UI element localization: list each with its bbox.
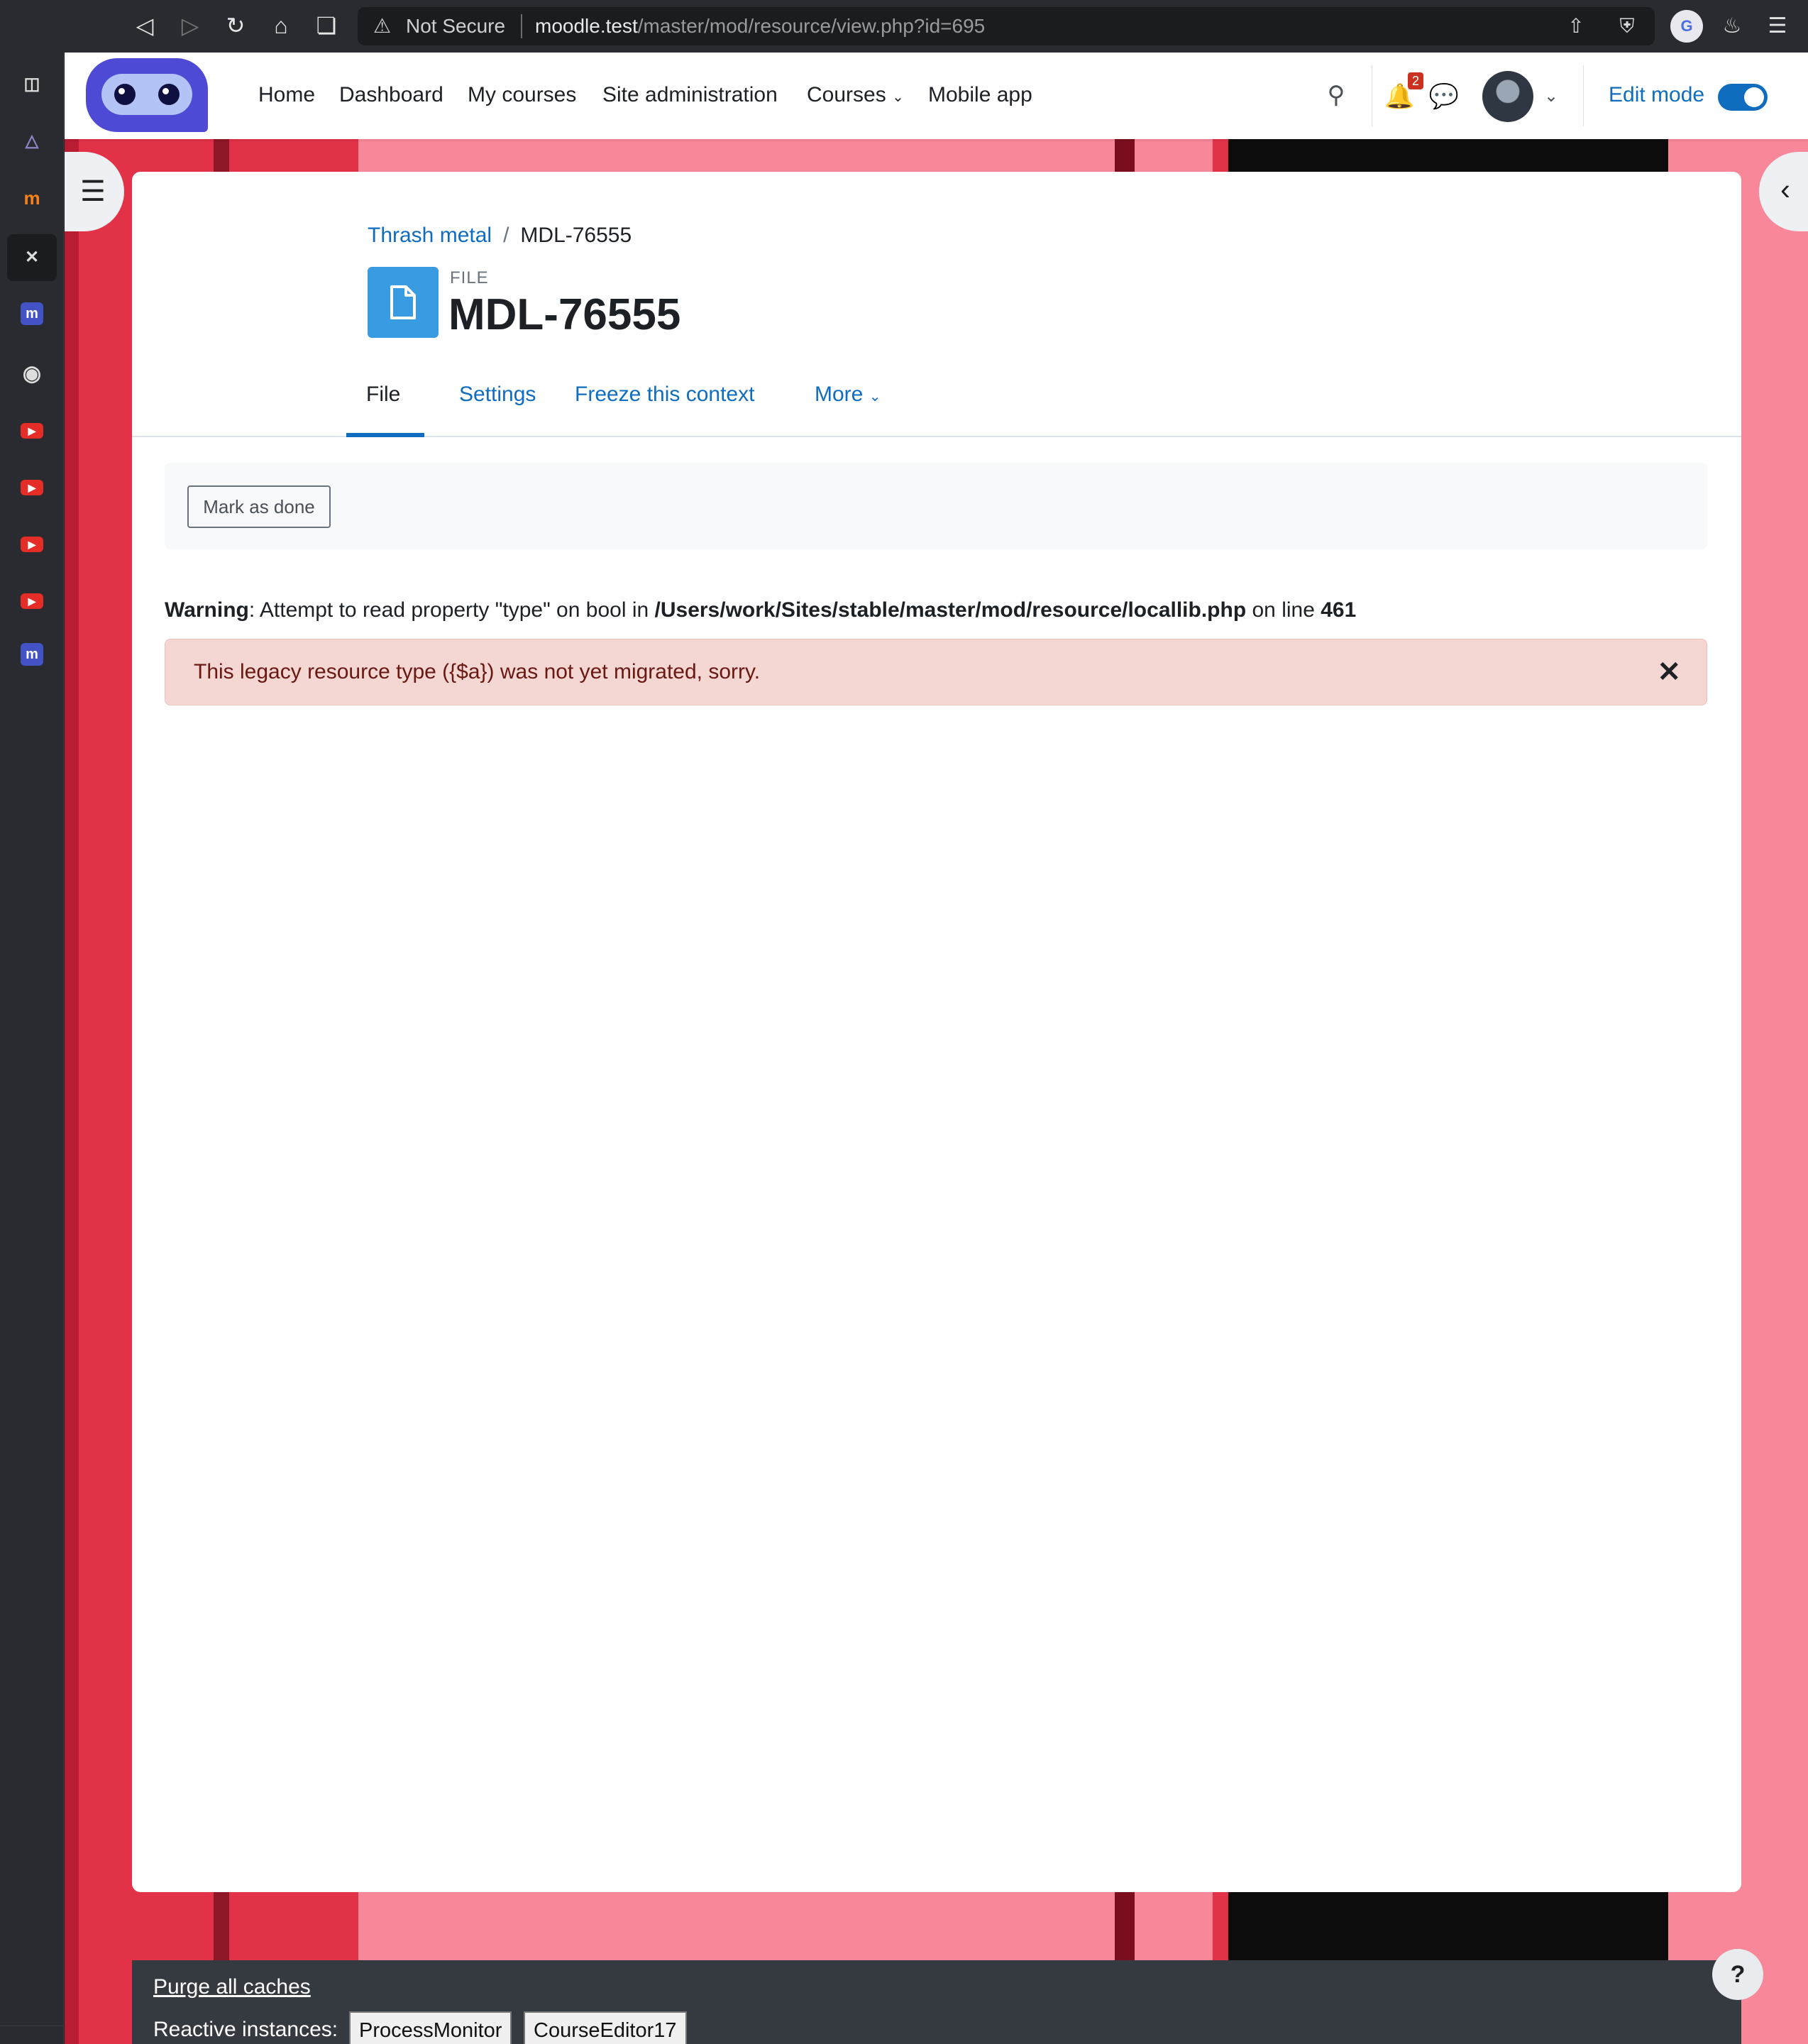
breadcrumb-current: MDL-76555 [520, 224, 632, 247]
breadcrumb-separator: / [503, 224, 509, 247]
logo-eye [158, 84, 180, 105]
url-host: moodle.test [535, 15, 638, 37]
nav-mobile-app[interactable]: Mobile app [928, 82, 1032, 108]
moodle-orange-icon[interactable]: m [17, 183, 47, 213]
primary-navigation: Home Dashboard My courses Site administr… [65, 53, 1808, 139]
bookmark-icon[interactable]: ❏ [312, 11, 341, 40]
close-icon[interactable]: ✕ [1657, 655, 1681, 689]
moodle-icon[interactable]: m [21, 643, 43, 666]
extensions-icon[interactable]: ♨ [1716, 10, 1748, 43]
course-index-toggle[interactable]: ☰ [65, 152, 124, 231]
browser-toolbar: ◁ ▷ ↻ ⌂ ❏ ⚠ Not Secure moodle.test/maste… [0, 0, 1808, 53]
reactive-instances-label: Reactive instances: [153, 2018, 338, 2041]
tab-settings[interactable]: Settings [459, 382, 536, 407]
process-monitor-button[interactable]: ProcessMonitor [349, 2011, 512, 2044]
close-icon[interactable]: ✕ [7, 234, 57, 281]
translate-extension-icon[interactable]: G [1670, 10, 1703, 43]
back-icon[interactable]: ◁ [131, 11, 159, 40]
alert-message: This legacy resource type ({$a}) was not… [194, 660, 761, 683]
warning-line: 461 [1321, 598, 1357, 622]
active-tab-indicator [346, 433, 424, 437]
search-icon[interactable]: ⚲ [1322, 81, 1350, 109]
url-path: /master/mod/resource/view.php?id=695 [637, 15, 986, 37]
chevron-left-icon: ‹ [1780, 172, 1790, 206]
page-title: MDL-76555 [448, 290, 681, 339]
breadcrumb-course-link[interactable]: Thrash metal [368, 224, 492, 247]
brave-rewards-icon[interactable]: △ [17, 126, 47, 156]
logo-eye [114, 84, 136, 105]
warning-path: /Users/work/Sites/stable/master/mod/reso… [654, 598, 1247, 622]
sidebar-toggle-icon[interactable]: ◫ [17, 70, 47, 99]
chevron-down-icon[interactable]: ⌄ [1540, 82, 1562, 111]
breadcrumb: Thrash metal / MDL-76555 [368, 223, 632, 248]
activity-completion: Mark as done [165, 463, 1707, 549]
moodle-icon[interactable]: m [21, 302, 43, 325]
reload-icon[interactable]: ↻ [221, 11, 250, 40]
warning-text: : Attempt to read property "type" on boo… [248, 598, 655, 622]
forward-icon[interactable]: ▷ [176, 11, 204, 40]
menu-icon[interactable]: ☰ [1761, 10, 1794, 43]
background-stripe [65, 53, 79, 2044]
nav-my-courses[interactable]: My courses [468, 82, 576, 108]
youtube-icon[interactable]: ▶ [21, 423, 43, 439]
edit-mode-toggle[interactable] [1718, 84, 1768, 111]
youtube-icon[interactable]: ▶ [21, 593, 43, 609]
purge-caches-link[interactable]: Purge all caches [153, 1974, 311, 2000]
home-icon[interactable]: ⌂ [267, 11, 295, 40]
warning-label: Warning [165, 598, 249, 622]
php-warning: Warning: Attempt to read property "type"… [165, 598, 1356, 623]
nav-divider [1583, 65, 1584, 126]
notification-count-badge: 2 [1408, 72, 1423, 89]
security-status[interactable]: Not Secure [406, 16, 505, 37]
tab-more[interactable]: More ⌄ [815, 382, 881, 410]
activity-purpose: FILE [450, 268, 489, 287]
warning-icon: ⚠ [373, 15, 392, 37]
page-footer: Purge all caches Reactive instances: Pro… [132, 1960, 1741, 2044]
avatar[interactable] [1482, 71, 1533, 122]
github-icon[interactable]: ◉ [17, 359, 47, 389]
nav-courses-label: Courses [807, 83, 886, 106]
brave-shield-icon[interactable]: ⛨ [1614, 13, 1641, 40]
moodle-logo[interactable] [86, 58, 208, 132]
tab-file[interactable]: File [366, 382, 400, 407]
warning-text-mid: on line [1246, 598, 1321, 622]
nav-site-administration[interactable]: Site administration [602, 82, 778, 108]
course-editor-button[interactable]: CourseEditor17 [524, 2011, 687, 2044]
youtube-icon[interactable]: ▶ [21, 537, 43, 552]
tab-more-label: More [815, 383, 864, 406]
mark-as-done-button[interactable]: Mark as done [187, 485, 331, 528]
url-text[interactable]: moodle.test/master/mod/resource/view.php… [535, 16, 985, 37]
secondary-navigation: File Settings Freeze this context More ⌄ [132, 349, 1741, 437]
address-bar[interactable]: ⚠ Not Secure moodle.test/master/mod/reso… [358, 7, 1655, 45]
chevron-down-icon: ⌄ [892, 89, 904, 105]
url-separator [521, 14, 522, 38]
youtube-icon[interactable]: ▶ [21, 480, 43, 495]
browser-sidebar: ◫ △ m ✕ m ◉ ▶ ▶ ▶ ▶ m + [0, 53, 64, 2044]
list-icon: ☰ [80, 176, 106, 207]
chevron-down-icon: ⌄ [869, 389, 881, 405]
logo-face [101, 74, 192, 115]
error-alert: This legacy resource type ({$a}) was not… [165, 639, 1707, 705]
tab-freeze-context[interactable]: Freeze this context [575, 382, 754, 407]
edit-mode-label: Edit mode [1609, 83, 1705, 106]
nav-dashboard[interactable]: Dashboard [339, 82, 443, 108]
share-icon[interactable]: ⇧ [1562, 13, 1589, 40]
main-content: Thrash metal / MDL-76555 FILE MDL-76555 Fi… [132, 172, 1741, 1892]
moodle-page: Home Dashboard My courses Site administr… [65, 53, 1808, 2044]
nav-home[interactable]: Home [258, 82, 315, 108]
help-button[interactable]: ? [1712, 1949, 1763, 2000]
nav-courses[interactable]: Courses ⌄ [807, 82, 904, 110]
file-icon [368, 267, 439, 338]
messages-icon[interactable]: 💬 [1428, 82, 1460, 111]
